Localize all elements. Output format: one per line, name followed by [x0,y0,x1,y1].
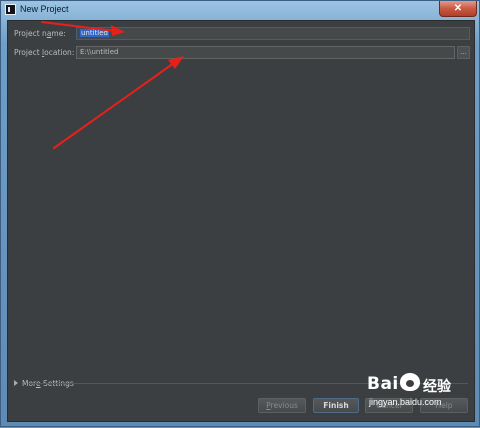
arrow-to-project-location [53,62,175,149]
red-annotation-arrows [41,21,184,149]
arrow-head-location [168,56,184,69]
arrow-to-project-name [41,21,116,32]
arrow-head-name [111,25,125,36]
new-project-dialog: New Project ✕ Project name: untitled Pro… [0,0,480,427]
annotation-arrows-group [41,21,175,149]
